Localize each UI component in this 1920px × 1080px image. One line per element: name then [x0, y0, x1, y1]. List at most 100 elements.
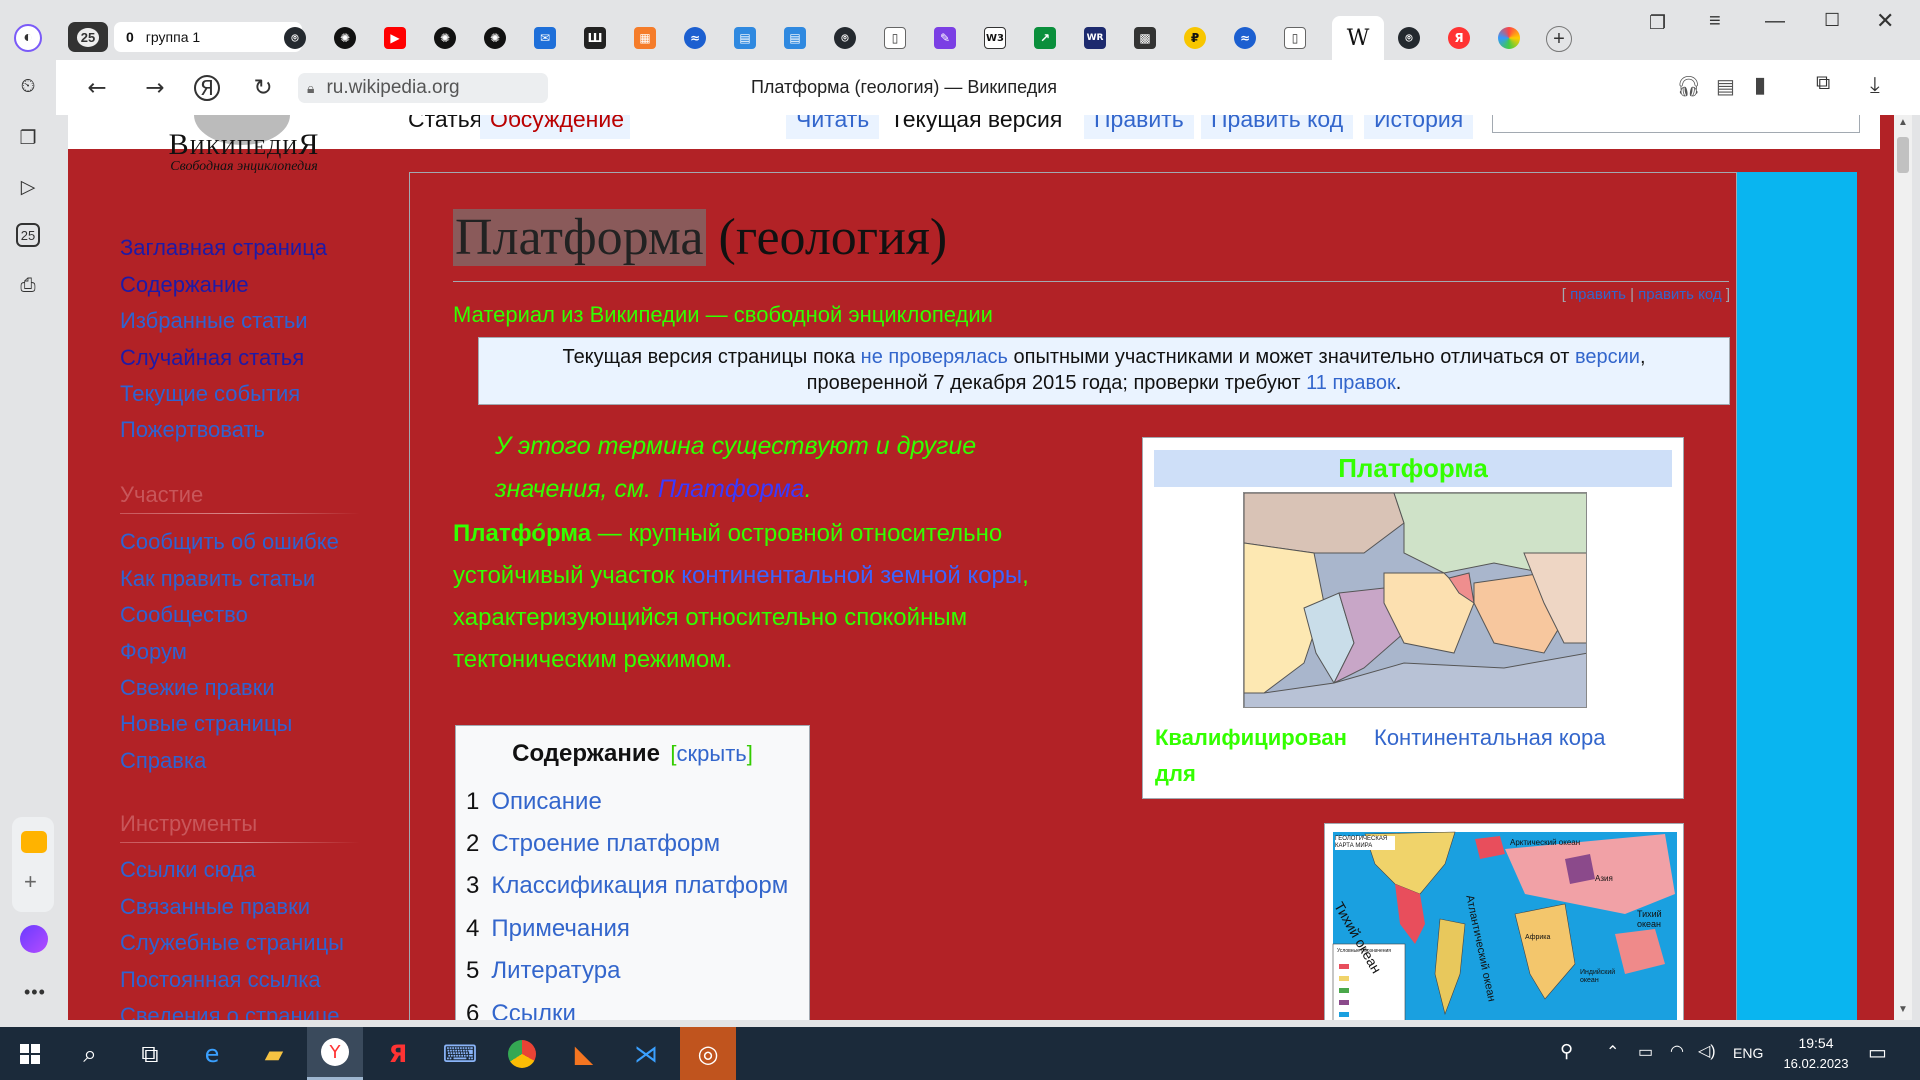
tab-history[interactable]: История — [1364, 115, 1474, 139]
maximize-icon[interactable]: ☐ — [1824, 10, 1840, 31]
version-link[interactable]: версии — [1575, 346, 1640, 368]
screenshot-icon[interactable]: ⎙ — [14, 272, 42, 300]
nav-featured[interactable]: Избранные статьи — [120, 308, 308, 334]
people-icon[interactable]: ⚲ — [1560, 1041, 1573, 1062]
notifications-icon[interactable]: ▭ — [1868, 1040, 1887, 1065]
mail-icon[interactable] — [21, 831, 47, 853]
feather-tab-icon[interactable]: ✎ — [934, 27, 956, 49]
windows-start-icon[interactable] — [2, 1027, 58, 1080]
reader-icon[interactable]: ▤ — [1716, 74, 1735, 99]
tab-edit-source[interactable]: Править код — [1201, 115, 1354, 139]
tool-page-info[interactable]: Сведения о странице — [120, 1003, 340, 1020]
clock-date[interactable]: 16.02.2023 — [1776, 1056, 1856, 1071]
tab-panel-icon[interactable]: ❐ — [1649, 12, 1666, 35]
tab-article[interactable]: Статья — [398, 115, 493, 139]
wifi-icon[interactable]: ◠ — [1670, 1041, 1684, 1061]
toc-item[interactable]: 4 Примечания — [466, 915, 630, 943]
w3-tab-icon[interactable]: W3 — [984, 27, 1006, 49]
minimize-icon[interactable]: — — [1765, 10, 1785, 33]
collections-icon[interactable]: ❐ — [14, 124, 42, 152]
continental-crust-link[interactable]: континентальной земной коры — [681, 562, 1022, 589]
toc-item[interactable]: 1 Описание — [466, 788, 602, 816]
edge-icon[interactable]: e — [184, 1027, 240, 1080]
clock-time[interactable]: 19:54 — [1776, 1035, 1856, 1051]
tab-edit[interactable]: Править — [1084, 115, 1194, 139]
yandex-icon[interactable]: Я — [370, 1027, 426, 1080]
tab-count-icon[interactable]: 25 — [16, 223, 40, 247]
nav-main-page[interactable]: Заглавная страница — [120, 235, 327, 261]
github-tab-icon[interactable]: ⌾ — [284, 27, 306, 49]
download-icon[interactable]: ⤓ — [1870, 72, 1880, 98]
edit-code-link[interactable]: править код — [1638, 286, 1722, 303]
tab-read[interactable]: Читать — [786, 115, 880, 139]
alice-icon[interactable] — [20, 925, 48, 953]
youtube-tab-icon[interactable]: ▶ — [384, 27, 406, 49]
task-view-icon[interactable]: ⧉ — [122, 1027, 178, 1080]
nav-how-to-edit[interactable]: Как править статьи — [120, 566, 315, 592]
library-tab-icon[interactable]: Ш — [584, 27, 606, 49]
tray-chevron-icon[interactable]: ⌃ — [1606, 1042, 1619, 1062]
tool-what-links-here[interactable]: Ссылки сюда — [120, 857, 256, 883]
search-icon[interactable]: ⌕ — [62, 1027, 118, 1080]
doc-tab-icon-2[interactable]: ▤ — [784, 27, 806, 49]
doc-tab-icon[interactable]: ▤ — [734, 27, 756, 49]
extensions-icon[interactable]: ⧉ — [1816, 72, 1830, 95]
tabs-counter[interactable]: 25 — [68, 22, 108, 52]
toc-item[interactable]: 5 Литература — [466, 957, 620, 985]
grid-tab-icon[interactable]: ▩ — [1134, 27, 1156, 49]
scroll-up-icon[interactable]: ▲ — [1898, 117, 1908, 128]
nav-community[interactable]: Сообщество — [120, 602, 248, 628]
menu-icon[interactable]: ≡ — [1709, 10, 1721, 33]
nav-forum[interactable]: Форум — [120, 639, 187, 665]
yandex-tab-icon[interactable]: Я — [1448, 27, 1470, 49]
more-icon[interactable]: ••• — [24, 982, 46, 1003]
toc-hide-link[interactable]: скрыть — [677, 741, 747, 766]
chrome-icon[interactable] — [494, 1027, 550, 1080]
plate-map-image[interactable] — [1243, 492, 1587, 708]
toc-item[interactable]: 3 Классификация платформ — [466, 872, 788, 900]
tool-permanent-link[interactable]: Постоянная ссылка — [120, 967, 321, 993]
vscode-icon[interactable]: ⋊ — [618, 1027, 674, 1080]
nav-recent-changes[interactable]: Свежие правки — [120, 675, 275, 701]
not-reviewed-link[interactable]: не проверялась — [861, 346, 1008, 368]
nav-new-pages[interactable]: Новые страницы — [120, 711, 292, 737]
scroll-down-icon[interactable]: ▼ — [1898, 1004, 1908, 1015]
new-tab-icon[interactable]: + — [1546, 26, 1572, 52]
headphones-icon[interactable]: 🎧︎ — [1676, 74, 1701, 99]
page-scrollbar[interactable]: ▲ ▼ — [1894, 115, 1912, 1020]
nav-help[interactable]: Справка — [120, 748, 206, 774]
colors-tab-icon[interactable] — [1498, 27, 1520, 49]
hatnote-link[interactable]: Платформа — [658, 475, 805, 503]
wikipedia-active-tab[interactable]: W — [1332, 16, 1384, 60]
tab-group-chip[interactable]: 0 группа 1 ⌄ — [114, 22, 302, 52]
github-tab-icon-2[interactable]: ⌾ — [834, 27, 856, 49]
language-indicator[interactable]: ENG — [1733, 1045, 1763, 1061]
zen-tab-icon-2[interactable]: ≈ — [1234, 27, 1256, 49]
toc-item[interactable]: 6 Ссылки — [466, 1000, 576, 1020]
file-explorer-icon[interactable]: ▰ — [246, 1027, 302, 1080]
yandex-browser-icon[interactable]: Y — [307, 1027, 363, 1080]
play-icon[interactable]: ▷ — [14, 173, 42, 201]
pc-icon[interactable]: ⌨ — [432, 1027, 488, 1080]
geological-map-image[interactable]: ГЕОЛОГИЧЕСКАЯ КАРТА МИРА Арктический оке… — [1324, 823, 1684, 1020]
nav-contents[interactable]: Содержание — [120, 272, 249, 298]
file-tab-icon-2[interactable]: ▯ — [1284, 27, 1306, 49]
calendar-tab-icon[interactable]: ▦ — [634, 27, 656, 49]
nav-report-error[interactable]: Сообщить об ошибке — [120, 529, 339, 555]
openai-tab-icon-3[interactable]: ✺ — [484, 27, 506, 49]
github-tab-icon-3[interactable]: ⌾ — [1398, 27, 1420, 49]
profile-avatar[interactable]: ◐ — [14, 24, 42, 52]
openai-tab-icon-2[interactable]: ✺ — [434, 27, 456, 49]
zen-tab-icon[interactable]: ≈ — [684, 27, 706, 49]
tool-related-changes[interactable]: Связанные правки — [120, 894, 310, 920]
volume-icon[interactable]: ◁) — [1698, 1041, 1716, 1061]
nav-random[interactable]: Случайная статья — [120, 345, 304, 371]
sublime-icon[interactable]: ◣ — [556, 1027, 612, 1080]
add-widget-icon[interactable]: + — [24, 869, 37, 895]
scroll-thumb[interactable] — [1897, 137, 1909, 173]
chart-tab-icon[interactable]: ↗ — [1034, 27, 1056, 49]
mail-tab-icon[interactable]: ✉ — [534, 27, 556, 49]
tool-special-pages[interactable]: Служебные страницы — [120, 930, 344, 956]
edits-link[interactable]: 11 правок — [1306, 372, 1396, 394]
tab-talk[interactable]: Обсуждение — [480, 115, 630, 139]
